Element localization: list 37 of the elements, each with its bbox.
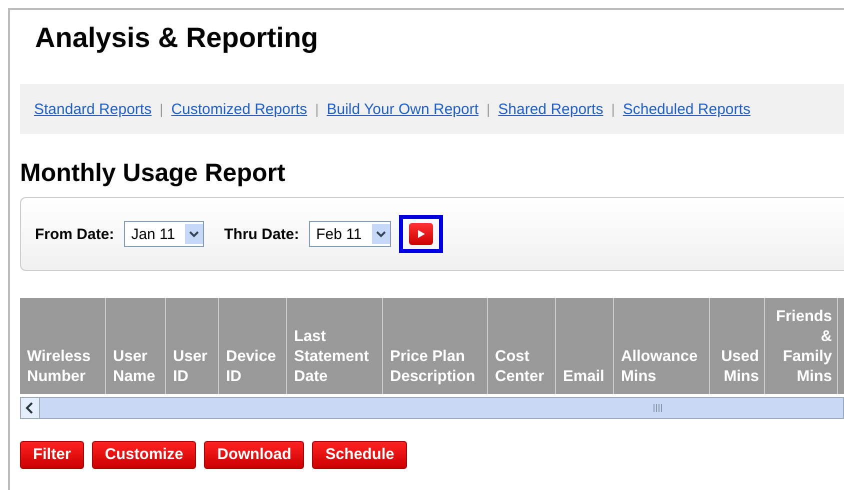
play-icon xyxy=(416,229,426,239)
page-title: Analysis & Reporting xyxy=(34,21,320,55)
chevron-down-icon[interactable] xyxy=(372,224,390,244)
date-label: Thru Date: xyxy=(224,226,300,242)
action-button[interactable]: Filter xyxy=(20,441,84,469)
column-header: Email xyxy=(556,298,614,394)
column-header: Last Statement Date xyxy=(287,298,383,394)
horizontal-scrollbar[interactable] xyxy=(20,397,844,419)
column-header: Device ID xyxy=(219,298,287,394)
action-button[interactable]: Schedule xyxy=(312,441,408,469)
column-header: Cost Center xyxy=(488,298,556,394)
scroll-left-icon[interactable] xyxy=(21,398,40,418)
column-header: Allowance Mins xyxy=(614,298,710,394)
separator: | xyxy=(315,101,319,117)
column-header: User Name xyxy=(106,298,166,394)
chevron-down-icon[interactable] xyxy=(185,224,204,244)
column-header: Price Plan Description xyxy=(383,298,488,394)
date-label: From Date: xyxy=(35,226,114,242)
action-button[interactable]: Customize xyxy=(92,441,196,469)
column-header: Wireless Number xyxy=(20,298,106,394)
report-title: Monthly Usage Report xyxy=(20,158,286,188)
column-header: Friends & Family Mins xyxy=(765,298,838,394)
action-button[interactable]: Download xyxy=(204,441,304,469)
nav-link[interactable]: Scheduled Reports xyxy=(622,100,750,118)
column-header: Used Mins xyxy=(710,298,765,394)
separator: | xyxy=(160,101,164,117)
nav-link[interactable]: Shared Reports xyxy=(498,100,604,118)
nav-link[interactable]: Standard Reports xyxy=(34,100,152,118)
separator: | xyxy=(486,101,490,117)
grip-icon xyxy=(653,404,663,412)
date-dropdown[interactable]: Feb 11 xyxy=(309,221,391,247)
nav-link[interactable]: Customized Reports xyxy=(171,100,308,118)
separator: | xyxy=(611,101,615,117)
column-header: User ID xyxy=(166,298,219,394)
nav-link[interactable]: Build Your Own Report xyxy=(326,100,479,118)
date-dropdown[interactable]: Jan 11 xyxy=(124,221,204,247)
play-button[interactable] xyxy=(408,223,433,245)
